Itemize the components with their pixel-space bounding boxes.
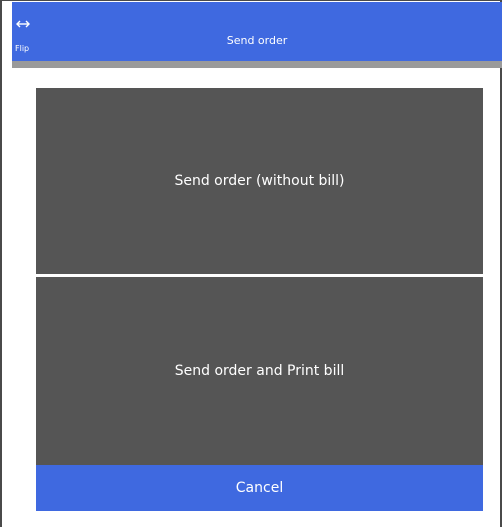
send-order-print-bill-label: Send order and Print bill — [174, 363, 345, 379]
flip-label: Flip — [15, 44, 30, 53]
flip-button[interactable]: Flip — [12, 2, 52, 61]
send-order-dialog: Flip Send order Send order (without bill… — [0, 0, 502, 527]
page-title: Send order — [226, 34, 288, 47]
header-divider — [12, 61, 502, 68]
cancel-button[interactable]: Cancel — [36, 465, 483, 511]
cancel-label: Cancel — [235, 480, 284, 496]
horizontal-arrows-icon — [16, 20, 30, 28]
send-order-print-bill-button[interactable]: Send order and Print bill — [36, 277, 483, 465]
header-bar: Flip Send order — [12, 2, 502, 61]
send-order-without-bill-label: Send order (without bill) — [174, 173, 345, 189]
send-order-without-bill-button[interactable]: Send order (without bill) — [36, 88, 483, 274]
